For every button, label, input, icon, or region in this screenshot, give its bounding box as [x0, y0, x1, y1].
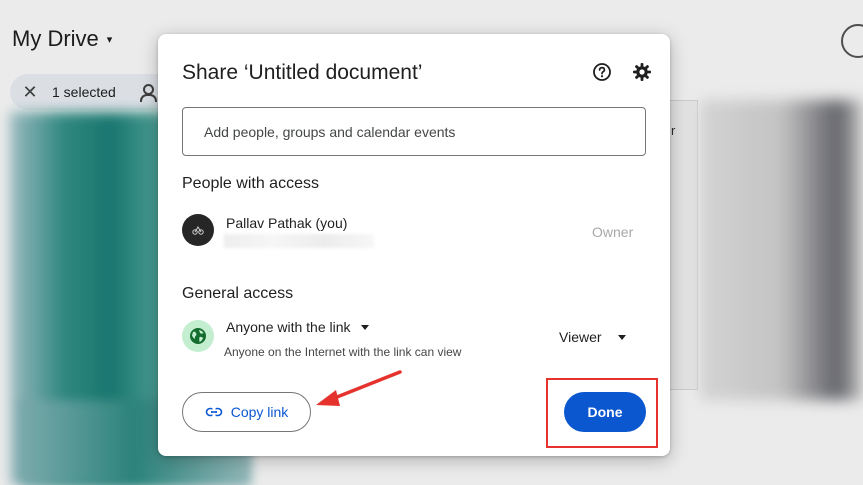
link-icon — [205, 407, 223, 417]
annotation-arrow — [316, 370, 402, 406]
role-label: Viewer — [559, 329, 602, 345]
general-access-dropdown[interactable]: Anyone with the link — [226, 319, 369, 335]
redacted-email — [224, 234, 374, 248]
person-name: Pallav Pathak (you) — [226, 215, 348, 231]
access-level-label: Anyone with the link — [226, 319, 351, 335]
avatar-icon — [182, 214, 214, 246]
role-dropdown[interactable]: Viewer — [559, 329, 626, 345]
dropdown-arrow-icon — [617, 334, 626, 340]
general-access-heading: General access — [182, 285, 294, 302]
settings-gear-icon[interactable] — [632, 62, 652, 82]
dialog-title: Share ‘Untitled document’ — [182, 61, 423, 84]
copy-link-label: Copy link — [230, 404, 289, 420]
access-description: Anyone on the Internet with the link can… — [224, 345, 462, 359]
copy-link-button[interactable]: Copy link — [182, 392, 311, 432]
add-people-input[interactable] — [182, 107, 646, 156]
dropdown-arrow-icon — [360, 324, 369, 330]
people-with-access-heading: People with access — [182, 175, 319, 192]
annotation-highlight-box — [546, 378, 658, 448]
globe-icon — [182, 320, 214, 352]
help-icon[interactable] — [592, 62, 612, 82]
owner-role-label: Owner — [592, 224, 634, 240]
